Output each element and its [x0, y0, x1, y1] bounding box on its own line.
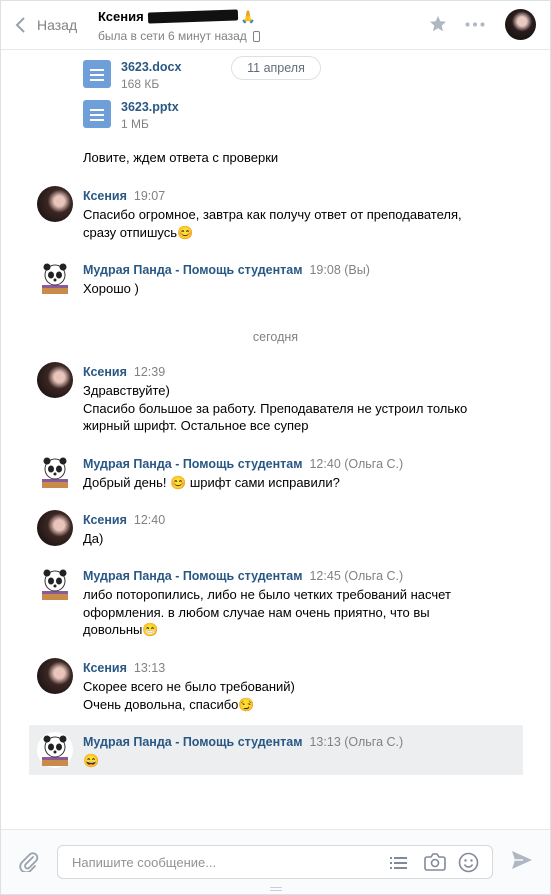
list-icon[interactable] [390, 855, 408, 871]
back-button[interactable]: Назад [13, 15, 77, 35]
message-text: либо поторопились, либо не было четких т… [83, 587, 451, 637]
panda-icon [42, 735, 68, 766]
file-name[interactable]: 3623.pptx [121, 100, 179, 114]
smile-icon[interactable] [458, 852, 479, 873]
composer: Напишите сообщение... [1, 829, 550, 894]
author-name[interactable]: Ксения [83, 365, 127, 379]
date-pill[interactable]: 11 апреля [231, 56, 321, 80]
panda-icon [42, 263, 68, 294]
panda-icon [42, 457, 68, 488]
mobile-icon [252, 30, 260, 42]
message-time[interactable]: 19:07 [134, 189, 165, 203]
chat-window: Назад Ксения 🙏 была в сети 6 минут назад… [0, 0, 551, 895]
panda-avatar[interactable] [37, 566, 73, 602]
peer-name: Ксения [98, 9, 144, 24]
message-time[interactable]: 13:13 (Ольга С.) [309, 735, 403, 749]
message-header: Мудрая Панда - Помощь студентам 12:40 (Ол… [83, 457, 403, 471]
paperclip-icon[interactable] [17, 850, 39, 872]
chevron-left-icon [15, 17, 25, 33]
author-name[interactable]: Мудрая Панда - Помощь студентам [83, 457, 302, 471]
selected-message[interactable] [29, 725, 523, 775]
message-time[interactable]: 12:40 [134, 513, 165, 527]
star-icon[interactable] [429, 15, 447, 33]
back-label: Назад [37, 17, 78, 33]
panda-avatar[interactable] [37, 260, 73, 296]
message-text: Хорошо ) [83, 281, 139, 296]
author-name[interactable]: Мудрая Панда - Помощь студентам [83, 735, 302, 749]
message-time[interactable]: 13:13 [134, 661, 165, 675]
message-header: Ксения 12:39 [83, 365, 165, 379]
message-header: Мудрая Панда - Помощь студентам 12:45 (Ол… [83, 569, 403, 583]
message-header: Мудрая Панда - Помощь студентам 19:08 (Вы… [83, 263, 370, 277]
peer-info[interactable]: Ксения 🙏 была в сети 6 минут назад [98, 9, 260, 43]
file-attachment[interactable]: 3623.docx 168 КБ [83, 60, 181, 91]
message-header: Мудрая Панда - Помощь студентам 13:13 (Ол… [83, 735, 403, 749]
author-name[interactable]: Ксения [83, 189, 127, 203]
author-name[interactable]: Ксения [83, 513, 127, 527]
panda-avatar[interactable] [37, 732, 73, 768]
author-name[interactable]: Мудрая Панда - Помощь студентам [83, 263, 302, 277]
message-time[interactable]: 12:39 [134, 365, 165, 379]
file-size: 1 МБ [121, 117, 149, 131]
message-time[interactable]: 12:40 (Ольга С.) [309, 457, 403, 471]
message-text: Здравствуйте) Спасибо большое за работу. … [83, 383, 468, 433]
message-time[interactable]: 19:08 (Вы) [309, 263, 369, 277]
peer-avatar[interactable] [505, 9, 536, 40]
resize-grip[interactable] [270, 887, 282, 888]
message-text: Добрый день! 😊 шрифт сами исправили? [83, 475, 340, 490]
redacted-surname [147, 9, 238, 24]
avatar[interactable] [37, 510, 73, 546]
file-size: 168 КБ [121, 77, 160, 91]
send-icon[interactable] [511, 850, 533, 870]
file-attachment[interactable]: 3623.pptx 1 МБ [83, 100, 179, 131]
camera-icon[interactable] [424, 852, 446, 872]
file-name[interactable]: 3623.docx [121, 60, 181, 74]
avatar[interactable] [37, 658, 73, 694]
message-header: Ксения 12:40 [83, 513, 165, 527]
message-header: Ксения 13:13 [83, 661, 165, 675]
message-text: Скорее всего не было требований) Очень до… [83, 679, 295, 712]
message-text: Да) [83, 531, 104, 546]
pray-emoji-icon: 🙏 [240, 9, 256, 24]
document-icon [83, 100, 111, 128]
avatar[interactable] [37, 186, 73, 222]
message-text: Спасибо огромное, завтра как получу отве… [83, 207, 462, 240]
author-name[interactable]: Мудрая Панда - Помощь студентам [83, 569, 302, 583]
peer-status: была в сети 6 минут назад [98, 29, 247, 43]
message-time[interactable]: 12:45 (Ольга С.) [309, 569, 403, 583]
panda-icon [42, 569, 68, 600]
chat-header: Назад Ксения 🙏 была в сети 6 минут назад [1, 1, 550, 50]
day-separator: сегодня [252, 330, 299, 344]
message-header: Ксения 19:07 [83, 189, 165, 203]
message-input[interactable]: Напишите сообщение... [57, 845, 493, 879]
author-name[interactable]: Ксения [83, 661, 127, 675]
avatar[interactable] [37, 362, 73, 398]
document-icon [83, 60, 111, 88]
message-text: Ловите, ждем ответа с проверки [83, 150, 279, 165]
message-input-placeholder: Напишите сообщение... [72, 855, 217, 870]
message-text: 😄 [83, 753, 100, 768]
panda-avatar[interactable] [37, 454, 73, 490]
more-icon[interactable] [465, 22, 485, 27]
